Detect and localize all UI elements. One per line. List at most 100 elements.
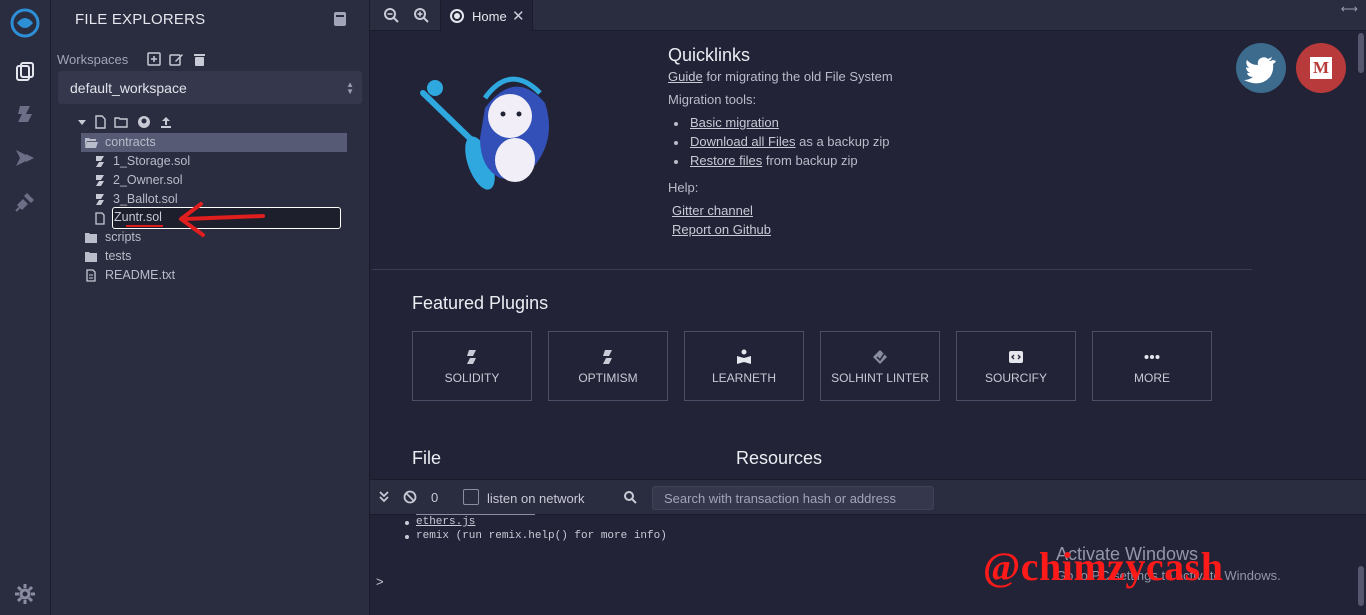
workspaces-label: Workspaces (57, 52, 129, 67)
twitter-button[interactable] (1236, 43, 1286, 93)
tree-file-owner[interactable]: 2_Owner.sol (81, 171, 347, 190)
listen-network-checkbox[interactable] (463, 489, 479, 505)
plugin-learneth-button[interactable]: LEARNETH (684, 331, 804, 401)
list-bullet (674, 141, 678, 145)
remix-mascot-illustration (420, 76, 549, 190)
output-separator (416, 514, 535, 515)
pending-transactions-count: 0 (431, 490, 439, 505)
download-all-files-link[interactable]: Download all Files (690, 134, 796, 149)
collapse-terminal-icon[interactable] (378, 490, 390, 504)
rename-workspace-icon[interactable] (169, 52, 184, 67)
github-icon[interactable] (137, 115, 151, 129)
new-file-icon[interactable] (93, 115, 107, 129)
plugin-solhint-button[interactable]: SOLHINT LINTER (820, 331, 940, 401)
remix-home-icon (449, 8, 465, 24)
download-line: Download all Files as a backup zip (690, 134, 890, 149)
list-bullet (405, 521, 409, 525)
zoom-out-icon[interactable] (382, 6, 400, 24)
quicklinks-guide-line: Guide for migrating the old File System (668, 69, 893, 84)
restore-files-link[interactable]: Restore files (690, 153, 762, 168)
quicklinks-title: Quicklinks (668, 45, 751, 65)
file-explorer-panel: FILE EXPLORERS Workspaces default_worksp… (51, 0, 370, 615)
icon-rail (0, 0, 51, 615)
ethers-link[interactable]: ethers.js (416, 516, 475, 528)
github-line: Report on Github (672, 222, 771, 237)
zoom-in-icon[interactable] (412, 6, 430, 24)
workspace-select-value: default_workspace (70, 80, 187, 96)
caret-down-icon[interactable] (75, 115, 89, 129)
new-folder-icon[interactable] (114, 115, 128, 129)
listen-network-label: listen on network (487, 491, 585, 506)
solidity-file-icon (93, 193, 107, 206)
create-workspace-icon[interactable] (147, 52, 162, 67)
plugin-more-button[interactable]: MORE (1092, 331, 1212, 401)
terminal-toolbar: 0 listen on network (370, 479, 1366, 515)
deploy-run-icon[interactable] (13, 146, 37, 170)
more-dots-icon (1144, 349, 1160, 365)
file-explorer-icon[interactable] (13, 60, 37, 84)
medium-button[interactable]: M (1296, 43, 1346, 93)
rename-file-input-value: Zuntr.sol (114, 210, 162, 224)
medium-logo-icon: M (1310, 57, 1332, 79)
resources-section-title: Resources (736, 448, 823, 468)
optimism-icon (600, 349, 616, 365)
tree-folder-tests[interactable]: tests (81, 247, 347, 266)
tree-folder-contracts[interactable]: contracts (81, 133, 347, 152)
search-icon (623, 490, 637, 504)
clear-console-icon[interactable] (403, 490, 417, 504)
text-file-icon (84, 269, 98, 282)
remix-help-line: remix (run remix.help() for more info) (416, 530, 667, 542)
gitter-channel-link[interactable]: Gitter channel (672, 203, 753, 218)
tree-file-new (81, 209, 111, 228)
tree-file-readme[interactable]: README.txt (81, 266, 347, 285)
guide-link[interactable]: Guide (668, 69, 703, 84)
plugin-optimism-button[interactable]: OPTIMISM (548, 331, 668, 401)
basic-migration-line: Basic migration (690, 115, 779, 130)
select-caret-icon: ▲ ▼ (346, 80, 354, 96)
sourcify-icon (1008, 349, 1024, 365)
learneth-icon (736, 349, 752, 365)
tab-home[interactable]: Home ✕ (440, 0, 533, 31)
expand-horizontal-icon[interactable]: ⟷ (1341, 2, 1358, 16)
solidity-icon (464, 349, 480, 365)
watermark-text: @chimzycash (983, 544, 1224, 589)
list-bullet (674, 122, 678, 126)
plugin-manager-icon[interactable] (13, 190, 37, 214)
delete-workspace-icon[interactable] (192, 52, 207, 67)
basic-migration-link[interactable]: Basic migration (690, 115, 779, 130)
report-github-link[interactable]: Report on Github (672, 222, 771, 237)
gitter-line: Gitter channel (672, 203, 753, 218)
annotation-arrow-icon (179, 202, 265, 237)
folder-open-icon (84, 136, 98, 149)
file-section-title: File (412, 448, 442, 468)
home-scrollbar[interactable] (1358, 33, 1364, 73)
terminal-scrollbar[interactable] (1358, 566, 1364, 606)
solhint-icon (872, 349, 888, 365)
list-bullet (674, 160, 678, 164)
plugin-solidity-button[interactable]: SOLIDITY (412, 331, 532, 401)
migration-tools-label: Migration tools: (668, 92, 757, 107)
panel-title: FILE EXPLORERS (75, 11, 206, 28)
help-label: Help: (668, 180, 699, 195)
solidity-file-icon (93, 174, 107, 187)
featured-plugins-title: Featured Plugins (412, 293, 549, 313)
list-bullet (405, 535, 409, 539)
documentation-icon[interactable] (333, 11, 347, 27)
folder-icon (84, 231, 98, 244)
tree-file-storage[interactable]: 1_Storage.sol (81, 152, 347, 171)
settings-gear-icon[interactable] (13, 582, 37, 606)
workspace-select[interactable]: default_workspace ▲ ▼ (58, 71, 362, 104)
twitter-bird-icon (1244, 57, 1276, 84)
plugin-sourcify-button[interactable]: SOURCIFY (956, 331, 1076, 401)
solidity-compiler-icon[interactable] (13, 102, 37, 126)
restore-line: Restore files from backup zip (690, 153, 858, 168)
folder-icon (84, 250, 98, 263)
file-icon (93, 212, 107, 225)
remix-logo-icon[interactable] (9, 7, 41, 39)
transaction-search-input[interactable] (652, 486, 934, 510)
close-tab-icon[interactable]: ✕ (512, 7, 525, 25)
terminal-prompt[interactable]: > (376, 574, 384, 589)
upload-icon[interactable] (159, 115, 173, 129)
solidity-file-icon (93, 155, 107, 168)
annotation-underline (126, 225, 163, 227)
